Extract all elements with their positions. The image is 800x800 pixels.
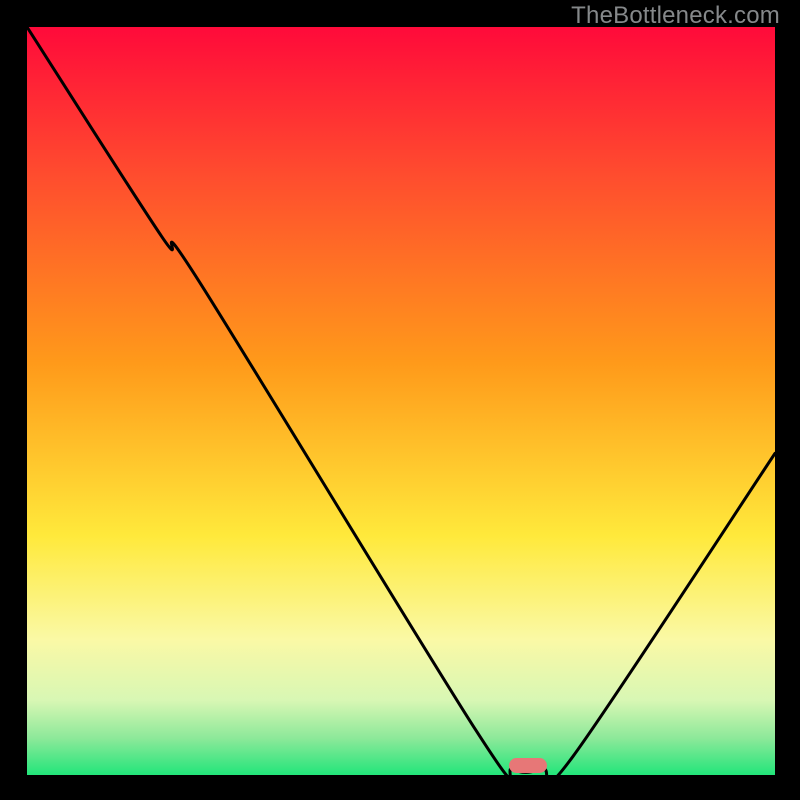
chart-frame: TheBottleneck.com [0, 0, 800, 800]
plot-area [27, 27, 775, 775]
watermark-text: TheBottleneck.com [571, 2, 780, 30]
bottleneck-curve [27, 27, 775, 775]
optimal-point-marker [509, 758, 546, 773]
